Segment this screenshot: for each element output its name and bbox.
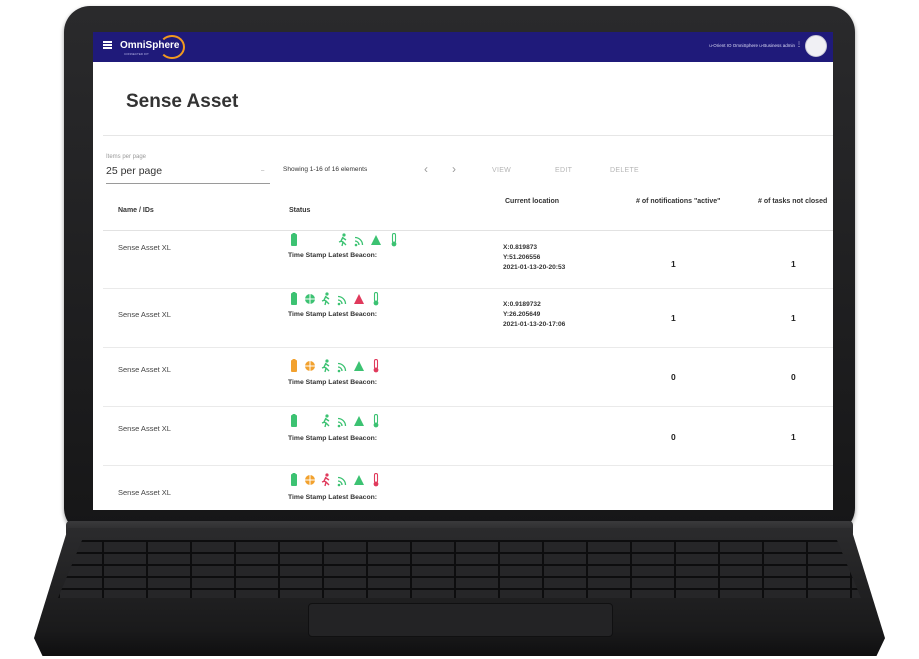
- status-caption: Time Stamp Latest Beacon:: [288, 494, 378, 501]
- column-header-location[interactable]: Current location: [505, 195, 565, 209]
- temperature-icon: [373, 292, 379, 306]
- edit-button[interactable]: EDIT: [555, 167, 572, 174]
- asset-name[interactable]: Sense Asset XL: [118, 488, 171, 497]
- notifications-count: 0: [671, 372, 676, 382]
- battery-icon: [291, 292, 297, 305]
- location-y: Y:51.206556: [503, 254, 541, 261]
- delete-button[interactable]: DELETE: [610, 167, 639, 174]
- asset-name[interactable]: Sense Asset XL: [118, 424, 171, 433]
- location-x: X:0.9189732: [503, 301, 541, 308]
- laptop-screen: OmniSphere CONNECTED IOT u-Orient IO Omn…: [93, 32, 833, 510]
- items-per-page-select[interactable]: 25 per page: [106, 165, 162, 177]
- logo-ring: [159, 35, 185, 59]
- signal-icon: [337, 476, 347, 487]
- tasks-count: 1: [791, 313, 796, 323]
- battery-icon: [291, 233, 297, 246]
- asset-name[interactable]: Sense Asset XL: [118, 365, 171, 374]
- table-row[interactable]: Sense Asset XL Time Stamp Latest Beacon:: [103, 467, 833, 510]
- location-timestamp: 2021-01-13-20-20:53: [503, 264, 566, 271]
- status-caption: Time Stamp Latest Beacon:: [288, 435, 378, 442]
- signal-icon: [354, 236, 364, 247]
- alert-triangle-icon: [354, 416, 364, 426]
- alert-triangle-icon: [354, 294, 364, 304]
- alert-triangle-icon: [371, 235, 381, 245]
- table-row[interactable]: Sense Asset XL Time Stamp Latest Beacon:…: [103, 290, 833, 348]
- location-x: X:0.819873: [503, 244, 538, 251]
- battery-icon: [291, 414, 297, 427]
- user-menu-icon[interactable]: ⋮: [796, 41, 802, 48]
- temperature-icon: [373, 473, 379, 487]
- items-per-page-label: Items per page: [106, 154, 147, 160]
- motion-icon: [338, 233, 347, 247]
- motion-icon: [321, 359, 330, 373]
- table-row[interactable]: Sense Asset XL Time Stamp Latest Beacon:…: [103, 231, 833, 289]
- column-header-notifications[interactable]: # of notifications "active": [636, 195, 731, 209]
- signal-icon: [337, 417, 347, 428]
- page-title: Sense Asset: [126, 91, 239, 112]
- column-header-status[interactable]: Status: [289, 204, 310, 218]
- divider: [103, 135, 833, 136]
- signal-icon: [337, 362, 347, 373]
- temperature-icon: [373, 359, 379, 373]
- tasks-count: 0: [791, 372, 796, 382]
- hamburger-menu-icon[interactable]: [103, 41, 112, 49]
- notifications-count: 0: [671, 432, 676, 442]
- temperature-icon: [373, 414, 379, 428]
- status-caption: Time Stamp Latest Beacon:: [288, 379, 378, 386]
- column-header-tasks[interactable]: # of tasks not closed: [758, 195, 828, 209]
- chevron-down-icon[interactable]: –: [261, 168, 264, 174]
- user-info: u-Orient IO OmniSphere u-Business admin: [709, 43, 795, 48]
- app-bar: OmniSphere CONNECTED IOT u-Orient IO Omn…: [93, 32, 833, 62]
- location-cell: X:0.9189732 Y:26.205649 2021-01-13-20-17…: [503, 300, 565, 330]
- next-page-button[interactable]: ›: [452, 162, 456, 176]
- pagination-summary: Showing 1-16 of 16 elements: [283, 166, 368, 173]
- signal-icon: [337, 295, 347, 306]
- prev-page-button[interactable]: ‹: [424, 162, 428, 176]
- location-cell: X:0.819873 Y:51.206556 2021-01-13-20-20:…: [503, 243, 565, 273]
- alert-triangle-icon: [354, 475, 364, 485]
- globe-icon: [305, 361, 315, 371]
- status-caption: Time Stamp Latest Beacon:: [288, 252, 378, 259]
- tasks-count: 1: [791, 259, 796, 269]
- motion-icon: [321, 414, 330, 428]
- location-timestamp: 2021-01-13-20-17:06: [503, 321, 566, 328]
- view-button[interactable]: VIEW: [492, 167, 511, 174]
- battery-icon: [291, 359, 297, 372]
- tasks-count: 1: [791, 432, 796, 442]
- notifications-count: 1: [671, 313, 676, 323]
- keyboard-keys: [58, 540, 861, 598]
- globe-icon: [305, 294, 315, 304]
- asset-name[interactable]: Sense Asset XL: [118, 310, 171, 319]
- motion-icon: [321, 292, 330, 306]
- location-y: Y:26.205649: [503, 311, 541, 318]
- battery-icon: [291, 473, 297, 486]
- column-header-name[interactable]: Name / IDs: [118, 204, 154, 218]
- notifications-count: 1: [671, 259, 676, 269]
- temperature-icon: [391, 233, 397, 247]
- globe-icon: [305, 475, 315, 485]
- motion-icon: [321, 473, 330, 487]
- table-row[interactable]: Sense Asset XL Time Stamp Latest Beacon:…: [103, 349, 833, 407]
- asset-name[interactable]: Sense Asset XL: [118, 243, 171, 252]
- status-caption: Time Stamp Latest Beacon:: [288, 311, 378, 318]
- logo-subtitle: CONNECTED IOT: [124, 52, 149, 56]
- alert-triangle-icon: [354, 361, 364, 371]
- trackpad: [308, 603, 613, 637]
- avatar[interactable]: [805, 35, 827, 57]
- items-per-page-underline: [106, 183, 270, 184]
- table-row[interactable]: Sense Asset XL Time Stamp Latest Beacon:…: [103, 408, 833, 466]
